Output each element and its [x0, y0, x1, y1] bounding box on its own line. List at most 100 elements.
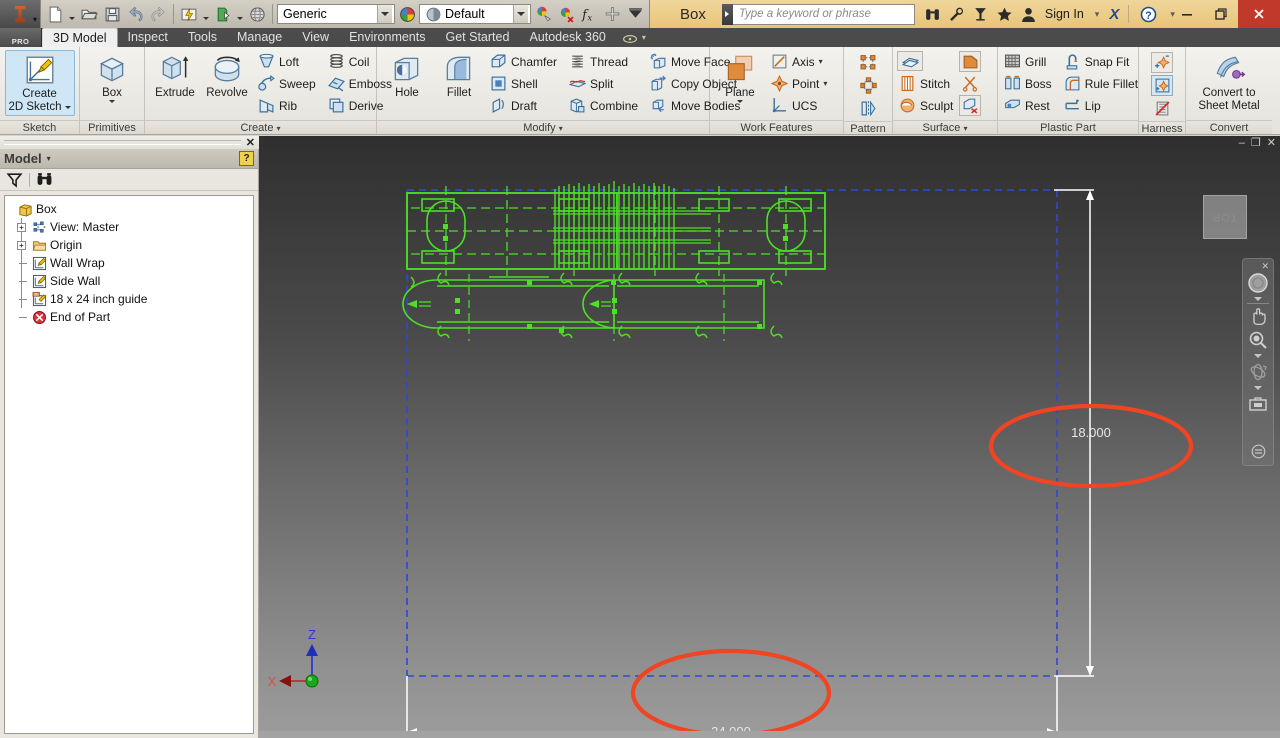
- chevron-down-icon[interactable]: [513, 5, 528, 23]
- sculpt-button[interactable]: Sculpt: [897, 95, 957, 116]
- favorites-star-icon[interactable]: [994, 4, 1015, 25]
- pan-hand-icon[interactable]: [1245, 304, 1271, 328]
- tree-item-origin[interactable]: + Origin: [17, 236, 251, 254]
- chevron-down-icon[interactable]: [377, 5, 392, 23]
- view-cube[interactable]: TOP: [1203, 195, 1247, 239]
- tab-environments[interactable]: Environments: [339, 28, 435, 47]
- tab-manage[interactable]: Manage: [227, 28, 292, 47]
- new-document-icon[interactable]: [44, 2, 66, 26]
- axis-button[interactable]: Axis ▾: [769, 51, 831, 72]
- graphics-canvas[interactable]: – ❐ ✕ 18.000 Z X TOP ✕: [259, 136, 1280, 738]
- rectangular-pattern-button[interactable]: [857, 52, 879, 73]
- plane-button[interactable]: Plane: [714, 50, 766, 105]
- application-menu-button[interactable]: ▾: [0, 0, 40, 28]
- tree-item-guide[interactable]: 3D 18 x 24 inch guide: [17, 290, 251, 308]
- chevron-down-icon[interactable]: [1245, 384, 1271, 392]
- chamfer-button[interactable]: Chamfer: [488, 51, 561, 72]
- minimize-button[interactable]: [1170, 0, 1204, 28]
- filter-icon[interactable]: [6, 171, 23, 188]
- help-button[interactable]: ?: [1138, 4, 1159, 25]
- patch-button[interactable]: [959, 51, 982, 72]
- tab-inspect[interactable]: Inspect: [118, 28, 178, 47]
- revolve-button[interactable]: Revolve: [201, 50, 253, 101]
- split-button[interactable]: Split: [567, 73, 642, 94]
- autodesk-360-status-icon[interactable]: [622, 28, 638, 47]
- tab-autodesk-360[interactable]: Autodesk 360: [519, 28, 615, 47]
- chevron-down-icon[interactable]: ▾: [823, 79, 827, 88]
- floppy-save-icon[interactable]: [101, 2, 123, 26]
- return-door-icon[interactable]: [212, 2, 234, 26]
- folder-open-icon[interactable]: [78, 2, 100, 26]
- undo-arrow-icon[interactable]: [124, 2, 146, 26]
- expand-toggle[interactable]: +: [17, 240, 26, 250]
- look-at-camera-icon[interactable]: [1245, 392, 1271, 416]
- tree-item-side-wall[interactable]: Side Wall: [17, 272, 251, 290]
- restore-button[interactable]: [1204, 0, 1238, 28]
- draft-button[interactable]: Draft: [488, 95, 561, 116]
- chevron-down-icon[interactable]: ▾: [47, 154, 51, 163]
- rib-button[interactable]: Rib: [256, 95, 320, 116]
- tree-item-box[interactable]: Box: [7, 200, 251, 218]
- tab-view[interactable]: View: [292, 28, 339, 47]
- ucs-button[interactable]: UCS: [769, 95, 831, 116]
- chevron-down-icon[interactable]: ▾: [559, 124, 563, 133]
- extrude-button[interactable]: Extrude: [149, 50, 201, 101]
- fx-parameters-icon[interactable]: fx: [578, 2, 600, 26]
- search-input[interactable]: Type a keyword or phrase: [732, 3, 915, 25]
- plus-measure-icon[interactable]: [601, 2, 623, 26]
- model-tree[interactable]: Box + View: Master + Origin Wall Wrap Si…: [4, 195, 254, 734]
- appearance-combo[interactable]: Default: [419, 4, 531, 24]
- primitive-box-button[interactable]: Box: [86, 50, 138, 105]
- browser-drag-handle[interactable]: ✕: [0, 136, 259, 149]
- redo-arrow-icon[interactable]: [147, 2, 169, 26]
- chevron-down-icon[interactable]: [1245, 352, 1271, 360]
- wrench-help-icon[interactable]: [946, 4, 967, 25]
- paint-clear-icon[interactable]: [555, 2, 577, 26]
- search-expand-button[interactable]: [721, 3, 733, 25]
- tab-3d-model[interactable]: 3D Model: [42, 28, 118, 47]
- close-icon[interactable]: ✕: [246, 137, 255, 148]
- rule-fillet-button[interactable]: Rule Fillet: [1062, 73, 1142, 94]
- combine-button[interactable]: Combine: [567, 95, 642, 116]
- chevron-down-icon[interactable]: [64, 105, 71, 109]
- stitch-button[interactable]: Stitch: [897, 73, 957, 94]
- help-badge[interactable]: ?: [239, 151, 254, 166]
- chevron-down-icon[interactable]: ▾: [1095, 9, 1100, 20]
- snap-fit-button[interactable]: Snap Fit: [1062, 51, 1142, 72]
- hole-button[interactable]: Hole: [381, 50, 433, 101]
- tree-item-view-master[interactable]: + View: Master: [17, 218, 251, 236]
- sign-in-link[interactable]: Sign In: [1045, 7, 1084, 21]
- create-2d-sketch-button[interactable]: Create 2D Sketch: [4, 50, 75, 116]
- grill-button[interactable]: Grill: [1002, 51, 1056, 72]
- chevron-down-icon[interactable]: ▾: [33, 15, 37, 24]
- thread-button[interactable]: Thread: [567, 51, 642, 72]
- steering-wheel-icon[interactable]: [1245, 271, 1271, 295]
- trim-surface-button[interactable]: [959, 73, 981, 94]
- chevron-down-icon[interactable]: [1245, 295, 1271, 303]
- document-close-button[interactable]: ✕: [1267, 138, 1276, 149]
- chevron-down-icon[interactable]: ▾: [642, 28, 646, 47]
- return-dropdown[interactable]: [235, 2, 245, 26]
- paint-dropper-icon[interactable]: [532, 2, 554, 26]
- chevron-down-icon[interactable]: ▾: [819, 57, 823, 66]
- exchange-apps-icon[interactable]: X: [1109, 6, 1119, 23]
- new-document-dropdown[interactable]: [67, 2, 77, 26]
- customize-qat-button[interactable]: [624, 2, 646, 26]
- point-button[interactable]: Point ▾: [769, 73, 831, 94]
- tree-item-wall-wrap[interactable]: Wall Wrap: [17, 254, 251, 272]
- lightning-update-icon[interactable]: [178, 2, 200, 26]
- chevron-down-icon[interactable]: [109, 100, 115, 103]
- chevron-down-icon[interactable]: [737, 100, 743, 103]
- delete-harness-button[interactable]: [1151, 98, 1173, 119]
- chevron-down-icon[interactable]: ▾: [277, 124, 281, 133]
- tab-tools[interactable]: Tools: [178, 28, 227, 47]
- thicken-offset-button[interactable]: [897, 51, 923, 71]
- tab-get-started[interactable]: Get Started: [436, 28, 520, 47]
- boss-button[interactable]: Boss: [1002, 73, 1056, 94]
- orbit-icon[interactable]: [1245, 360, 1271, 384]
- search-binoculars-icon[interactable]: [922, 4, 943, 25]
- loft-button[interactable]: Loft: [256, 51, 320, 72]
- zoom-magnifier-icon[interactable]: [1245, 328, 1271, 352]
- sweep-button[interactable]: Sweep: [256, 73, 320, 94]
- expand-toggle[interactable]: +: [17, 222, 26, 232]
